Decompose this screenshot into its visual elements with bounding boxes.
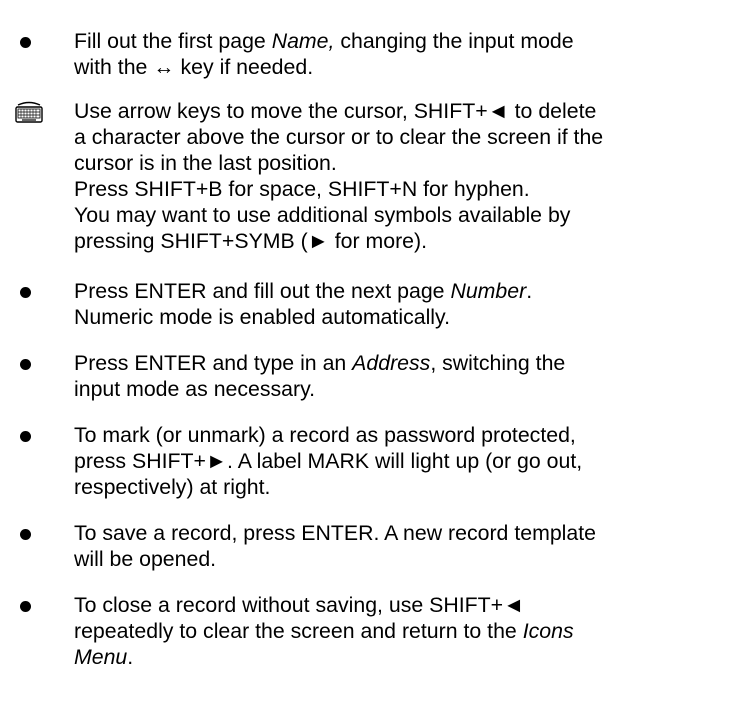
text-run: pressing SHIFT+SYMB (► for more). — [74, 229, 428, 253]
instruction-text: Fill out the first page Name, changing t… — [74, 28, 728, 80]
text-line: will be opened. — [74, 546, 728, 572]
item-marker — [8, 422, 74, 452]
text-line: input mode as necessary. — [74, 376, 728, 402]
item-marker — [8, 350, 74, 380]
item-marker — [8, 520, 74, 550]
item-marker — [8, 592, 74, 622]
instruction-item: Fill out the first page Name, changing t… — [8, 28, 728, 80]
text-line: a character above the cursor or to clear… — [74, 124, 728, 150]
instruction-text: Use arrow keys to move the cursor, SHIFT… — [74, 98, 728, 254]
emphasis-text: Menu — [74, 645, 128, 669]
text-run: . — [127, 645, 134, 669]
text-line: Press SHIFT+B for space, SHIFT+N for hyp… — [74, 176, 728, 202]
text-run: , switching the — [430, 351, 566, 375]
text-line: pressing SHIFT+SYMB (► for more). — [74, 228, 728, 254]
bullet-icon — [20, 359, 31, 370]
text-line: To mark (or unmark) a record as password… — [74, 422, 728, 448]
text-run: will be opened. — [74, 547, 217, 571]
text-run: respectively) at right. — [74, 475, 271, 499]
instruction-text: To close a record without saving, use SH… — [74, 592, 728, 670]
bullet-icon — [20, 287, 31, 298]
text-run: To close a record without saving, use SH… — [74, 593, 525, 617]
item-marker — [8, 278, 74, 308]
text-line: To close a record without saving, use SH… — [74, 592, 728, 618]
keyboard-icon — [15, 101, 43, 123]
text-run: Press SHIFT+B for space, SHIFT+N for hyp… — [74, 177, 530, 201]
instruction-item: Press ENTER and type in an Address, swit… — [8, 350, 728, 402]
bullet-icon — [20, 37, 31, 48]
text-line: Menu. — [74, 644, 728, 670]
text-line: cursor is in the last position. — [74, 150, 728, 176]
bullet-icon — [20, 529, 31, 540]
text-run: Numeric mode is enabled automatically. — [74, 305, 451, 329]
text-run: changing the input mode — [334, 29, 574, 53]
text-line: repeatedly to clear the screen and retur… — [74, 618, 728, 644]
text-line: To save a record, press ENTER. A new rec… — [74, 520, 728, 546]
emphasis-text: Icons — [522, 619, 574, 643]
bullet-icon — [20, 431, 31, 442]
text-run: Press ENTER and fill out the next page — [74, 279, 451, 303]
text-run: input mode as necessary. — [74, 377, 316, 401]
text-run: To save a record, press ENTER. A new rec… — [74, 521, 597, 545]
text-run: Press ENTER and type in an — [74, 351, 353, 375]
instruction-item: Press ENTER and fill out the next page N… — [8, 278, 728, 330]
text-line: Press ENTER and type in an Address, swit… — [74, 350, 728, 376]
text-line: Press ENTER and fill out the next page N… — [74, 278, 728, 304]
text-line: Numeric mode is enabled automatically. — [74, 304, 728, 330]
text-run: Fill out the first page — [74, 29, 272, 53]
text-run: a character above the cursor or to clear… — [74, 125, 604, 149]
item-marker — [8, 28, 74, 58]
item-marker — [8, 98, 74, 128]
text-run: press SHIFT+►. A label MARK will light u… — [74, 449, 583, 473]
bullet-icon — [20, 601, 31, 612]
text-run: Use arrow keys to move the cursor, SHIFT… — [74, 99, 597, 123]
instruction-item: To save a record, press ENTER. A new rec… — [8, 520, 728, 572]
text-run: You may want to use additional symbols a… — [74, 203, 571, 227]
text-line: Use arrow keys to move the cursor, SHIFT… — [74, 98, 728, 124]
text-line: with the ↔ key if needed. — [74, 54, 728, 80]
emphasis-text: Address — [352, 351, 431, 375]
text-run: . — [526, 279, 533, 303]
text-line: You may want to use additional symbols a… — [74, 202, 728, 228]
instruction-item: To close a record without saving, use SH… — [8, 592, 728, 670]
instruction-item: Use arrow keys to move the cursor, SHIFT… — [8, 98, 728, 254]
text-run: To mark (or unmark) a record as password… — [74, 423, 576, 447]
emphasis-text: Number — [450, 279, 527, 303]
instruction-item: To mark (or unmark) a record as password… — [8, 422, 728, 500]
instruction-list: Fill out the first page Name, changing t… — [8, 28, 728, 670]
text-line: press SHIFT+►. A label MARK will light u… — [74, 448, 728, 474]
text-run: repeatedly to clear the screen and retur… — [74, 619, 523, 643]
instruction-text: To mark (or unmark) a record as password… — [74, 422, 728, 500]
instruction-text: Press ENTER and type in an Address, swit… — [74, 350, 728, 402]
instruction-page: Fill out the first page Name, changing t… — [0, 0, 738, 704]
emphasis-text: Name, — [271, 29, 335, 53]
text-line: Fill out the first page Name, changing t… — [74, 28, 728, 54]
instruction-text: Press ENTER and fill out the next page N… — [74, 278, 728, 330]
instruction-text: To save a record, press ENTER. A new rec… — [74, 520, 728, 572]
text-line: respectively) at right. — [74, 474, 728, 500]
text-run: with the ↔ key if needed. — [74, 55, 314, 79]
text-run: cursor is in the last position. — [74, 151, 337, 175]
